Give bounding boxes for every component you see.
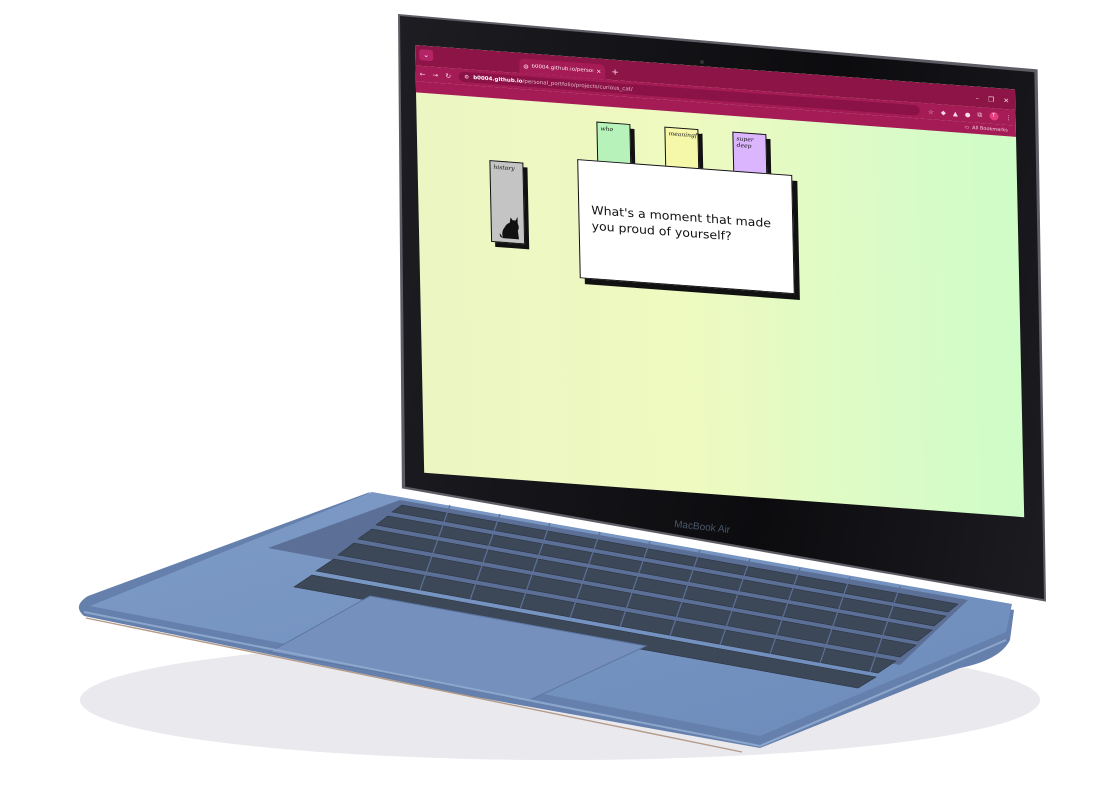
card-label: who <box>600 125 614 134</box>
question-card[interactable]: What's a moment that made you proud of y… <box>577 159 795 295</box>
card-label: meaningful <box>668 130 703 140</box>
card-label: super deep <box>736 135 754 150</box>
forward-icon[interactable]: → <box>432 71 438 79</box>
cat-silhouette-icon <box>499 216 520 240</box>
profile-avatar[interactable]: T <box>989 111 999 121</box>
browser-screen: ⌄ ◍ b0004.github.io/personal_port ✕ + – … <box>415 45 1025 518</box>
card-label: history <box>493 164 515 173</box>
question-text: What's a moment that made you proud of y… <box>591 202 772 244</box>
card-history[interactable]: history <box>489 160 526 245</box>
bookmark-star-icon[interactable]: ☆ <box>928 108 934 116</box>
minimize-icon[interactable]: – <box>976 95 980 103</box>
tab-search-icon[interactable]: ⌄ <box>419 49 434 62</box>
reload-icon[interactable]: ↻ <box>445 72 451 80</box>
extension-icon[interactable]: ● <box>965 110 971 118</box>
extensions-puzzle-icon[interactable]: ⧉ <box>977 111 982 120</box>
extension-icon[interactable]: ◆ <box>941 109 946 117</box>
close-tab-icon[interactable]: ✕ <box>596 68 601 75</box>
new-tab-button[interactable]: + <box>611 68 619 78</box>
site-info-icon[interactable]: ⚙ <box>464 74 469 80</box>
all-bookmarks-link[interactable]: All Bookmarks <box>972 125 1008 133</box>
back-icon[interactable]: ← <box>420 70 426 78</box>
window-controls: – ❐ ✕ <box>976 95 1016 105</box>
extension-icon[interactable]: ▲ <box>953 109 958 117</box>
camera-icon <box>700 60 704 64</box>
folder-icon: ▭ <box>964 124 970 131</box>
restore-icon[interactable]: ❐ <box>988 96 994 104</box>
url-host: b0004.github.io <box>473 74 523 85</box>
close-window-icon[interactable]: ✕ <box>1003 97 1009 105</box>
globe-icon: ◍ <box>523 62 529 70</box>
menu-kebab-icon[interactable]: ⋮ <box>1005 113 1012 121</box>
tab-title: b0004.github.io/personal_port <box>531 63 594 74</box>
